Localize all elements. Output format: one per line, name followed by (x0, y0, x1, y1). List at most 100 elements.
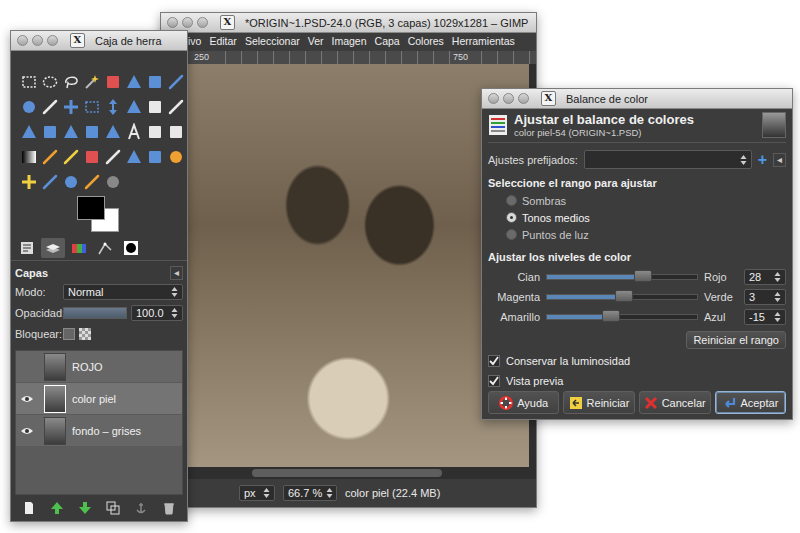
range-radio[interactable]: Sombras (506, 192, 786, 209)
tool-button[interactable] (166, 144, 186, 169)
ok-button[interactable]: Aceptar (715, 391, 786, 414)
tool-button[interactable] (61, 119, 81, 144)
tool-button[interactable] (166, 69, 186, 94)
tool-button[interactable] (124, 119, 144, 144)
opacity-slider[interactable] (63, 307, 127, 319)
tool-button[interactable] (145, 69, 165, 94)
tool-button[interactable] (145, 144, 165, 169)
tool-button[interactable] (145, 119, 165, 144)
panel-menu-button[interactable]: ◂ (170, 266, 183, 280)
tool-button[interactable] (124, 94, 144, 119)
menu-item[interactable]: Editar (209, 35, 236, 49)
zoom-button[interactable] (47, 35, 58, 46)
menu-item[interactable]: Ver (308, 35, 324, 49)
tool-button[interactable] (61, 94, 81, 119)
layer-action-button[interactable] (50, 501, 64, 515)
tool-button[interactable] (82, 69, 102, 94)
tool-button[interactable] (82, 169, 102, 194)
tool-button[interactable] (19, 169, 39, 194)
slider-value-field[interactable]: 28 (744, 269, 786, 285)
close-button[interactable] (488, 93, 499, 104)
dock-tab[interactable] (15, 238, 39, 258)
tool-button[interactable] (124, 69, 144, 94)
layer-action-button[interactable] (22, 501, 36, 515)
tool-button[interactable] (82, 94, 102, 119)
menu-item[interactable]: Colores (408, 35, 444, 49)
tool-button[interactable] (145, 94, 165, 119)
scrollbar-thumb[interactable] (252, 469, 443, 477)
tool-button[interactable] (19, 144, 39, 169)
tool-button[interactable] (103, 69, 123, 94)
tool-button[interactable] (40, 94, 60, 119)
tool-button[interactable] (40, 69, 60, 94)
zoom-button[interactable] (197, 17, 208, 28)
slider-handle[interactable] (634, 270, 652, 282)
menu-item[interactable]: ivo (188, 35, 201, 49)
layer-action-button[interactable] (162, 501, 176, 515)
opacity-field[interactable]: 100.0 (131, 305, 183, 321)
tool-button[interactable] (103, 94, 123, 119)
minimize-button[interactable] (503, 93, 514, 104)
menu-item[interactable]: Imagen (332, 35, 367, 49)
minimize-button[interactable] (32, 35, 43, 46)
range-radio[interactable]: Tonos medios (506, 209, 786, 226)
tool-button[interactable] (19, 69, 39, 94)
tool-button[interactable] (61, 144, 81, 169)
menu-item[interactable]: Capa (375, 35, 400, 49)
horizontal-scrollbar[interactable] (161, 467, 536, 479)
tool-button[interactable] (19, 119, 39, 144)
close-button[interactable] (167, 17, 178, 28)
reset-button[interactable]: Reiniciar (563, 391, 634, 414)
tool-button[interactable] (124, 144, 144, 169)
tool-button[interactable] (40, 119, 60, 144)
slider-value-field[interactable]: -15 (744, 309, 786, 325)
foreground-color[interactable] (77, 196, 105, 220)
tool-button[interactable] (166, 119, 186, 144)
slider-handle[interactable] (602, 310, 620, 322)
tool-button[interactable] (82, 144, 102, 169)
zoom-dropdown[interactable]: 66.7 % (283, 485, 337, 501)
visibility-toggle[interactable] (16, 426, 38, 436)
menu-item[interactable]: Herramientas (452, 35, 515, 49)
layer-action-button[interactable] (78, 501, 92, 515)
tool-button[interactable] (19, 94, 39, 119)
color-slider[interactable] (546, 314, 698, 320)
slider-value-field[interactable]: 3 (744, 289, 786, 305)
tool-button[interactable] (103, 169, 123, 194)
image-canvas[interactable] (188, 64, 529, 467)
help-button[interactable]: Ayuda (488, 391, 559, 414)
zoom-button[interactable] (518, 93, 529, 104)
tool-button[interactable] (40, 144, 60, 169)
tool-button[interactable] (61, 69, 81, 94)
visibility-toggle[interactable] (16, 394, 38, 404)
reset-range-button[interactable]: Reiniciar el rango (686, 331, 786, 349)
slider-handle[interactable] (615, 290, 633, 302)
cancel-button[interactable]: Cancelar (639, 391, 711, 414)
lock-alpha-icon[interactable] (79, 328, 91, 340)
tool-button[interactable] (40, 169, 60, 194)
range-radio[interactable]: Puntos de luz (506, 226, 786, 243)
unit-dropdown[interactable]: px (239, 485, 275, 501)
tool-button[interactable] (103, 119, 123, 144)
option-checkbox[interactable]: Conservar la luminosidad (488, 351, 786, 371)
layer-action-button[interactable] (134, 501, 148, 515)
dock-tab[interactable] (93, 238, 117, 258)
color-slider[interactable] (546, 274, 698, 280)
dock-tab[interactable] (41, 238, 65, 258)
layer-row[interactable]: fondo – grises (16, 415, 182, 447)
add-preset-button[interactable]: + (758, 152, 767, 168)
lock-pixels-toggle[interactable] (63, 328, 75, 340)
title-bar[interactable]: X *ORIGIN~1.PSD-24.0 (RGB, 3 capas) 1029… (161, 13, 536, 33)
tool-button[interactable] (61, 169, 81, 194)
color-slider[interactable] (546, 294, 698, 300)
minimize-button[interactable] (182, 17, 193, 28)
preset-menu-button[interactable]: ◂ (773, 153, 786, 167)
presets-dropdown[interactable] (584, 150, 752, 169)
dock-tab[interactable] (67, 238, 91, 258)
close-button[interactable] (17, 35, 28, 46)
layer-row[interactable]: ROJO (16, 351, 182, 383)
tool-button[interactable] (103, 144, 123, 169)
menu-item[interactable]: Seleccionar (245, 35, 300, 49)
title-bar[interactable]: X Caja de herra (11, 31, 187, 51)
layer-action-button[interactable] (106, 501, 120, 515)
